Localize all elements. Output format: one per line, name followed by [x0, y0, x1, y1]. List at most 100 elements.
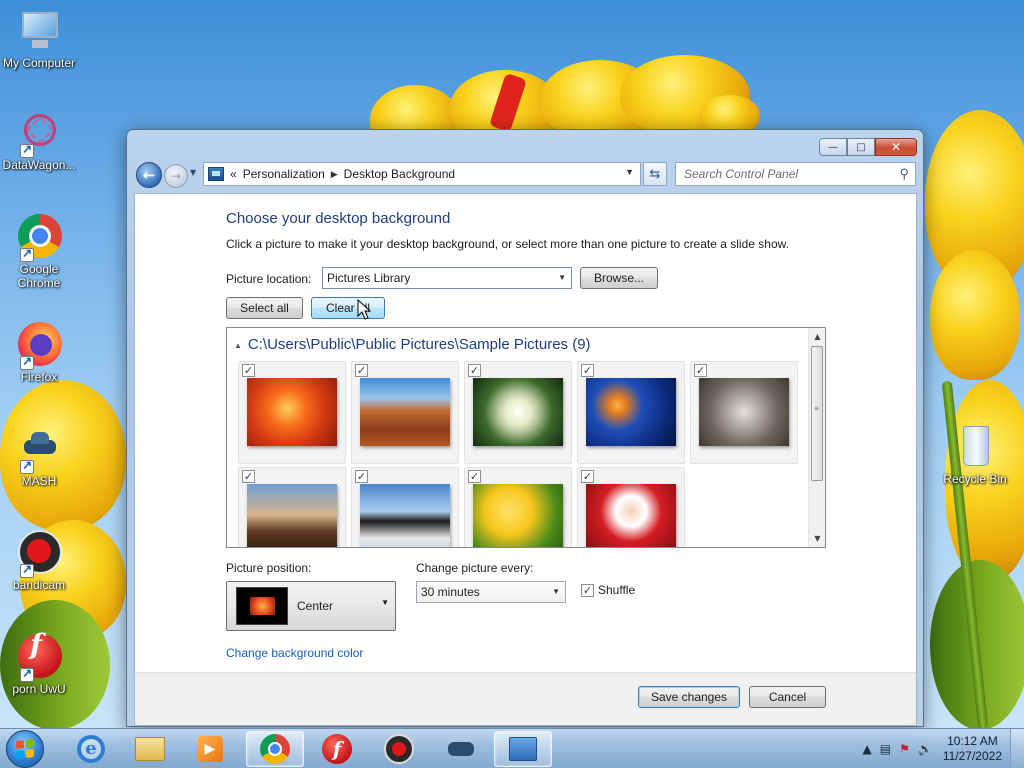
desktop-icon-my-computer[interactable]: My Computer [0, 8, 78, 70]
control-panel-icon [509, 737, 537, 761]
action-center-icon[interactable]: ⚑ [899, 742, 910, 756]
breadcrumb-separator-icon[interactable]: ▶ [331, 169, 338, 180]
recycle-bin-icon [952, 424, 998, 470]
volume-icon[interactable]: 🔈 [918, 742, 933, 756]
picture-tile-jellyfish[interactable]: ✓ [577, 361, 685, 464]
picture-tile-koala[interactable]: ✓ [690, 361, 798, 464]
scrollbar-thumb[interactable]: ≡ [811, 346, 823, 481]
datawagon-icon [16, 109, 62, 158]
shuffle-checkbox[interactable]: ✓ [581, 584, 594, 597]
picture-checkbox[interactable]: ✓ [694, 364, 707, 377]
select-all-button[interactable]: Select all [226, 297, 303, 319]
back-button[interactable]: ← [136, 162, 162, 188]
refresh-button[interactable]: ⇆ [643, 162, 667, 186]
close-button[interactable]: ✕ [875, 138, 917, 156]
taskbar-app-flash[interactable]: f [308, 731, 366, 767]
change-picture-every-select[interactable]: 30 minutes ▼ [416, 581, 566, 603]
desktop-icon-recycle-bin[interactable]: Recycle Bin [936, 424, 1014, 486]
media-player-icon: ▶ [197, 736, 223, 762]
picture-position-value: Center [297, 599, 334, 613]
chevron-down-icon: ▼ [381, 598, 389, 607]
shuffle-label[interactable]: Shuffle [598, 583, 635, 597]
picture-location-select[interactable]: Pictures Library ▼ [322, 267, 572, 289]
address-history-dropdown[interactable]: ▼ [625, 167, 634, 177]
picture-checkbox[interactable]: ✓ [242, 364, 255, 377]
save-changes-button[interactable]: Save changes [638, 686, 740, 708]
picture-checkbox[interactable]: ✓ [242, 470, 255, 483]
desktop-icon-mash[interactable]: MASH [0, 426, 78, 488]
desktop-icon-label: DataWagon... [2, 158, 76, 172]
show-hidden-icons-icon[interactable]: ▲ [863, 742, 872, 756]
desktop-icon-flash[interactable]: f porn UwU [0, 631, 78, 697]
desktop-icon-google-chrome[interactable]: Google Chrome [0, 214, 78, 290]
show-desktop-button[interactable] [1010, 729, 1024, 768]
picture-checkbox[interactable]: ✓ [355, 470, 368, 483]
bandicam-icon [16, 530, 62, 578]
flash-icon: f [322, 734, 352, 764]
search-input[interactable]: Search Control Panel ⚲ [675, 162, 916, 186]
desktop-icon-firefox[interactable]: Firefox [0, 322, 78, 384]
desktop-icon-label: Google Chrome [17, 262, 61, 290]
breadcrumb-personalization[interactable]: Personalization [243, 167, 325, 181]
taskbar-app-control-panel[interactable] [494, 731, 552, 767]
clock-date: 11/27/2022 [942, 749, 1002, 763]
content-area: Choose your desktop background Click a p… [134, 193, 917, 726]
dialog-footer: Save changes Cancel [135, 672, 916, 725]
desktop-icon-datawagon[interactable]: DataWagon... [0, 109, 78, 172]
picture-tile-santa[interactable]: ✓ [577, 467, 685, 547]
picture-group-header[interactable]: ▲ C:\Users\Public\Public Pictures\Sample … [234, 336, 591, 353]
picture-tile-tulips[interactable]: ✓ [464, 467, 572, 547]
picture-checkbox[interactable]: ✓ [468, 364, 481, 377]
picture-tile-desert[interactable]: ✓ [351, 361, 459, 464]
mash-icon [16, 426, 62, 474]
picture-checkbox[interactable]: ✓ [581, 470, 594, 483]
control-panel-icon [208, 167, 224, 181]
cancel-button[interactable]: Cancel [749, 686, 826, 708]
page-description: Click a picture to make it your desktop … [226, 237, 789, 251]
scroll-down-icon[interactable]: ▼ [809, 530, 825, 547]
picture-checkbox[interactable]: ✓ [468, 470, 481, 483]
breadcrumb-desktop-background[interactable]: Desktop Background [344, 167, 455, 181]
search-placeholder: Search Control Panel [684, 167, 799, 181]
picture-tile-hydrangeas[interactable]: ✓ [464, 361, 572, 464]
change-background-color-link[interactable]: Change background color [226, 646, 363, 660]
recent-pages-dropdown[interactable]: ▼ [190, 168, 196, 177]
chrysanthemum-thumbnail [247, 378, 337, 446]
desktop-icon-label: bandicam [12, 578, 66, 592]
desktop-background-window: — □ ✕ ← → ▼ « Personalization ▶ Desktop … [126, 129, 924, 727]
taskbar-app-mash[interactable] [432, 731, 490, 767]
back-arrow-icon: ← [142, 166, 156, 184]
picture-checkbox[interactable]: ✓ [355, 364, 368, 377]
clear-all-button[interactable]: Clear all [311, 297, 385, 319]
taskbar-app-google-chrome[interactable] [246, 731, 304, 767]
network-icon[interactable]: ▤ [880, 742, 891, 756]
picture-tile-penguins[interactable]: ✓ [351, 467, 459, 547]
picture-tile-lighthouse[interactable]: ✓ [238, 467, 346, 547]
picture-position-select[interactable]: Center ▼ [226, 581, 396, 631]
taskbar-app-windows-explorer[interactable] [121, 731, 179, 767]
scroll-up-icon[interactable]: ▲ [809, 328, 825, 345]
taskbar: e ▶ f ▲ ▤ ⚑ 🔈 10:12 AM 11/27/2022 [0, 728, 1024, 768]
folder-icon [135, 737, 165, 761]
desktop-icon-bandicam[interactable]: bandicam [0, 530, 78, 592]
breadcrumb-prefix[interactable]: « [230, 167, 237, 181]
taskbar-app-bandicam[interactable] [370, 731, 428, 767]
start-button[interactable] [6, 730, 44, 768]
maximize-button[interactable]: □ [847, 138, 875, 156]
minimize-button[interactable]: — [819, 138, 847, 156]
search-icon[interactable]: ⚲ [899, 163, 909, 185]
change-picture-every-label: Change picture every: [416, 561, 534, 575]
taskbar-app-media-player[interactable]: ▶ [181, 731, 239, 767]
address-bar[interactable]: « Personalization ▶ Desktop Background ▼ [203, 162, 641, 186]
collapse-triangle-icon[interactable]: ▲ [234, 341, 242, 350]
forward-button[interactable]: → [164, 164, 188, 188]
windows-logo-icon [16, 739, 34, 759]
mash-icon [448, 742, 474, 756]
desert-thumbnail [360, 378, 450, 446]
picture-list-scrollbar[interactable]: ▲ ≡ ▼ [808, 328, 825, 547]
picture-tile-chrysanthemum[interactable]: ✓ [238, 361, 346, 464]
browse-button[interactable]: Browse... [580, 267, 658, 289]
picture-checkbox[interactable]: ✓ [581, 364, 594, 377]
taskbar-app-internet-explorer[interactable]: e [62, 731, 120, 767]
clock[interactable]: 10:12 AM 11/27/2022 [943, 734, 1002, 764]
